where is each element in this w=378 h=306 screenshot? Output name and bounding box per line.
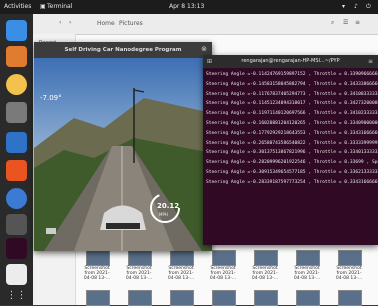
- chrome-icon[interactable]: [6, 20, 27, 41]
- terminal-line: Steering Angle =-0.30137513867821996 , T…: [206, 150, 378, 156]
- file-caption[interactable]: Screenshot from 2021- 04-08 13-...: [245, 266, 285, 281]
- volume-icon[interactable]: ♪: [354, 3, 358, 10]
- terminal-line: Steering Angle =-0.16020881204120265 , T…: [206, 120, 378, 126]
- terminal-line: Steering Angle =-0.30915349654577185 , T…: [206, 169, 378, 175]
- folder-crumb[interactable]: Pictures: [119, 20, 143, 27]
- file-thumbnail[interactable]: [86, 250, 110, 266]
- clock[interactable]: Apr 8 13:13: [169, 3, 204, 10]
- menu-icon[interactable]: ≡: [355, 19, 360, 26]
- forward-button[interactable]: ›: [69, 19, 71, 26]
- text-editor-icon[interactable]: [6, 264, 27, 285]
- help-icon[interactable]: [6, 188, 27, 209]
- simulator-scene: -7.09° 20.12 MPH: [34, 58, 212, 251]
- network-icon[interactable]: ▾: [342, 3, 345, 10]
- terminal-line: Steering Angle =-0.26580743586540822 , T…: [206, 140, 378, 146]
- file-caption[interactable]: Screenshot from 2021- 04-08 13-...: [287, 266, 327, 281]
- firefox-icon[interactable]: [6, 46, 27, 67]
- file-thumbnail[interactable]: [254, 290, 278, 306]
- file-thumbnail[interactable]: [296, 290, 320, 306]
- search-icon[interactable]: ⌕: [331, 19, 334, 27]
- home-crumb[interactable]: Home: [97, 20, 115, 27]
- terminal-window[interactable]: rengarajan@rengarajan-HP-MSI...~/PYP ⊞ ≡…: [203, 55, 378, 245]
- terminal-tab-icon[interactable]: ⊞: [207, 58, 212, 65]
- file-thumbnail[interactable]: [128, 290, 152, 306]
- simulator-title: Self Driving Car Nanodegree Program: [34, 42, 212, 58]
- terminal-line: Steering Angle =-0.28339187597773254 , T…: [206, 179, 378, 185]
- file-caption[interactable]: Screenshot from 2021- 04-08 13-...: [203, 266, 243, 281]
- amazon-icon[interactable]: [6, 214, 27, 235]
- terminal-menu-icon[interactable]: ≡: [368, 58, 373, 65]
- file-thumbnail[interactable]: [128, 250, 152, 266]
- terminal-icon[interactable]: [6, 238, 27, 259]
- simulator-window[interactable]: Self Driving Car Nanodegree Program ⊗ -7…: [34, 42, 212, 251]
- file-thumbnail[interactable]: [338, 290, 362, 306]
- files-header: ‹ › Home Pictures ⌕ ☰ ≡: [33, 14, 378, 35]
- speed-readout: 20.12: [157, 202, 180, 210]
- mode-toggle[interactable]: [46, 228, 56, 234]
- steering-angle-readout: -7.09°: [40, 94, 62, 102]
- terminal-line: Steering Angle =-0.11767837405294773 , T…: [206, 91, 378, 97]
- terminal-title: rengarajan@rengarajan-HP-MSI...~/PYP: [203, 55, 378, 68]
- app-menu-label[interactable]: Terminal: [47, 3, 72, 10]
- file-thumbnail[interactable]: [338, 250, 362, 266]
- show-apps-icon[interactable]: ⋮⋮: [6, 290, 27, 302]
- top-bar: Activities ▣ Terminal Apr 8 13:13 ▾ ♪ ⏻: [0, 0, 378, 14]
- file-caption[interactable]: Screenshot from 2021- 04-08 13-...: [161, 266, 201, 281]
- terminal-line: Steering Angle =-0.11451234094318017 , T…: [206, 101, 378, 107]
- file-thumbnail[interactable]: [254, 250, 278, 266]
- writer-icon[interactable]: [6, 132, 27, 153]
- dock: ⋮⋮: [0, 14, 33, 305]
- driving-scene: [34, 58, 212, 251]
- terminal-line: Steering Angle =-0.28209996201922546 , T…: [206, 160, 378, 166]
- file-thumbnail[interactable]: [170, 290, 194, 306]
- terminal-line: Steering Angle =-0.17792929218643553 , T…: [206, 130, 378, 136]
- terminal-line: Steering Angle =-0.11971140120697566 , T…: [206, 111, 378, 117]
- software-icon[interactable]: [6, 160, 27, 181]
- activities-button[interactable]: Activities: [4, 3, 31, 10]
- files-icon[interactable]: [6, 102, 27, 123]
- file-thumbnail[interactable]: [170, 250, 194, 266]
- file-caption[interactable]: Screenshot from 2021- 04-08 13-...: [329, 266, 369, 281]
- speed-unit: MPH: [159, 212, 168, 217]
- file-thumbnail[interactable]: [86, 290, 110, 306]
- terminal-line: Steering Angle =-0.11424769159897152 , T…: [206, 72, 378, 77]
- file-caption[interactable]: Screenshot from 2021- 04-08 13-...: [119, 266, 159, 281]
- terminal-output[interactable]: Steering Angle =-0.11424769159897152 , T…: [206, 70, 378, 242]
- file-thumbnail[interactable]: [296, 250, 320, 266]
- view-icon[interactable]: ☰: [343, 19, 348, 26]
- close-icon[interactable]: ⊗: [201, 45, 207, 53]
- back-button[interactable]: ‹: [59, 19, 61, 26]
- rhythmbox-icon[interactable]: [6, 74, 27, 95]
- file-caption[interactable]: Screenshot from 2021- 04-08 13-...: [77, 266, 117, 281]
- power-icon[interactable]: ⏻: [366, 3, 371, 11]
- file-thumbnail[interactable]: [212, 250, 236, 266]
- terminal-app-icon: ▣: [40, 3, 46, 10]
- file-thumbnail[interactable]: [212, 290, 236, 306]
- terminal-line: Steering Angle =-0.14583158045882794 , T…: [206, 81, 378, 87]
